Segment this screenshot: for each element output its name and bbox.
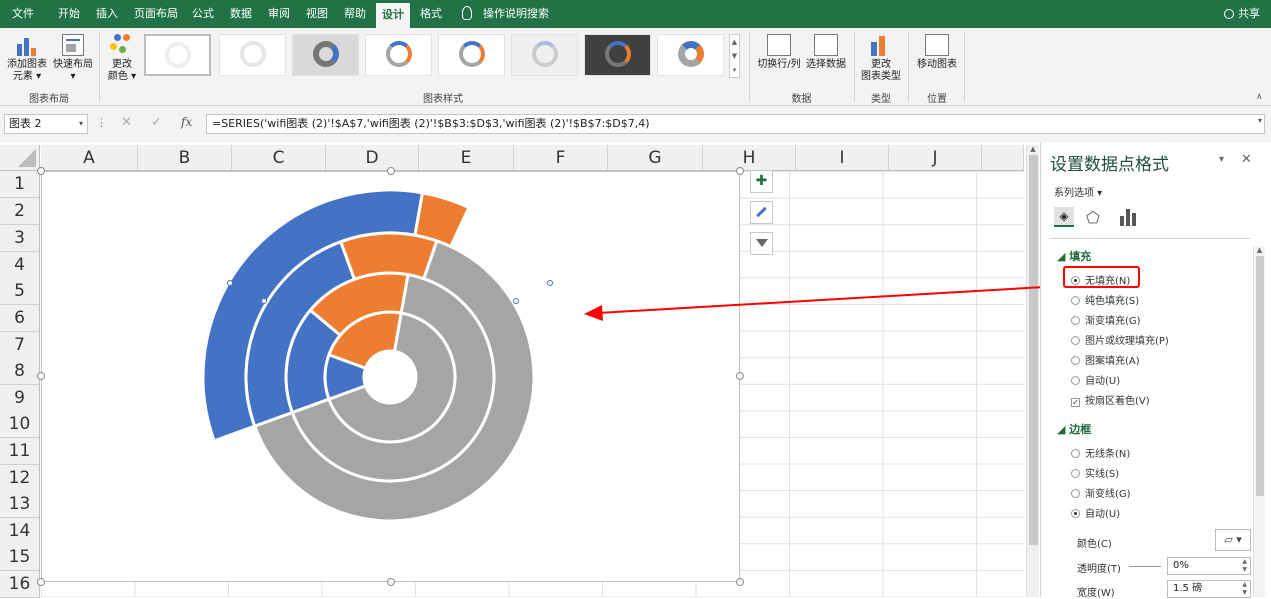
doughnut-chart[interactable] bbox=[0, 0, 1040, 597]
fill-section-label: 填充 bbox=[1069, 250, 1092, 263]
picture-fill-radio[interactable]: 图片或纹理填充(P) bbox=[1071, 332, 1169, 347]
fill-section-header[interactable]: ◢ 填充 bbox=[1057, 248, 1091, 264]
person-icon bbox=[1224, 9, 1234, 19]
radio-icon bbox=[1071, 469, 1080, 478]
color-label: 颜色(C) bbox=[1077, 539, 1112, 550]
resize-handle[interactable] bbox=[37, 372, 45, 380]
resize-handle[interactable] bbox=[37, 167, 45, 175]
border-section-header[interactable]: ◢ 边框 bbox=[1057, 421, 1091, 437]
resize-handle[interactable] bbox=[387, 167, 395, 175]
expand-formula-icon[interactable]: ▾ bbox=[1258, 116, 1262, 125]
resize-handle[interactable] bbox=[736, 167, 744, 175]
transparency-slider[interactable] bbox=[1129, 566, 1161, 567]
point-selection-handle[interactable] bbox=[547, 280, 553, 286]
pane-title: 设置数据点格式 bbox=[1050, 155, 1169, 175]
transparency-value: 0% bbox=[1173, 560, 1189, 571]
radio-icon bbox=[1071, 376, 1080, 385]
auto-line-label: 自动(U) bbox=[1085, 509, 1121, 520]
resize-handle[interactable] bbox=[736, 372, 744, 380]
point-selection-handle[interactable] bbox=[227, 280, 233, 286]
color-picker-button[interactable]: ▱ ▾ bbox=[1215, 529, 1251, 551]
red-highlight-box bbox=[1063, 266, 1140, 288]
collapse-ribbon-icon[interactable]: ∧ bbox=[1256, 92, 1263, 102]
gradient-fill-radio[interactable]: 渐变填充(G) bbox=[1071, 312, 1141, 327]
pane-divider bbox=[1050, 238, 1250, 239]
width-value: 1.5 磅 bbox=[1173, 583, 1203, 594]
pane-scrollbar[interactable]: ▲ bbox=[1253, 246, 1265, 597]
transparency-input[interactable]: 0% ▲ ▼ bbox=[1167, 557, 1251, 575]
radio-icon bbox=[1071, 296, 1080, 305]
border-section-label: 边框 bbox=[1069, 423, 1092, 436]
share-button[interactable]: 共享 bbox=[1238, 0, 1260, 28]
no-line-radio[interactable]: 无线条(N) bbox=[1071, 445, 1130, 460]
resize-handle[interactable] bbox=[37, 578, 45, 586]
pattern-fill-label: 图案填充(A) bbox=[1085, 356, 1140, 367]
auto-fill-radio[interactable]: 自动(U) bbox=[1071, 372, 1120, 387]
radio-icon bbox=[1071, 336, 1080, 345]
radio-selected-icon bbox=[1071, 509, 1080, 518]
solid-fill-label: 纯色填充(S) bbox=[1085, 296, 1140, 307]
spinner-icon[interactable]: ▲ ▼ bbox=[1242, 581, 1247, 597]
radio-icon bbox=[1071, 449, 1080, 458]
resize-handle[interactable] bbox=[387, 578, 395, 586]
point-selection-handle[interactable] bbox=[261, 298, 267, 304]
format-data-point-pane: 设置数据点格式 ▾ ✕ 系列选项 ▾ ◈ ⬠ ◢ 填充 无填充(N) 纯色填充(… bbox=[1040, 142, 1271, 599]
chart-filters-funnel-icon[interactable] bbox=[750, 232, 773, 255]
effects-pentagon-icon[interactable]: ⬠ bbox=[1086, 208, 1100, 227]
solid-line-radio[interactable]: 实线(S) bbox=[1071, 465, 1119, 480]
no-line-label: 无线条(N) bbox=[1085, 449, 1131, 460]
auto-fill-label: 自动(U) bbox=[1085, 376, 1121, 387]
fill-line-tab-icon[interactable]: ◈ bbox=[1054, 207, 1074, 227]
vary-colors-checkbox[interactable]: ✓ 按扇区着色(V) bbox=[1071, 392, 1150, 407]
checkbox-checked-icon: ✓ bbox=[1071, 398, 1080, 407]
chart-elements-plus-icon[interactable]: ✚ bbox=[750, 170, 773, 193]
doughnut-segment[interactable] bbox=[338, 231, 439, 282]
pane-options-chevron-icon[interactable]: ▾ bbox=[1219, 154, 1224, 165]
picture-fill-label: 图片或纹理填充(P) bbox=[1085, 336, 1169, 347]
point-selection-handle[interactable] bbox=[513, 298, 519, 304]
radio-icon bbox=[1071, 489, 1080, 498]
width-input[interactable]: 1.5 磅 ▲ ▼ bbox=[1167, 580, 1251, 598]
pattern-fill-radio[interactable]: 图案填充(A) bbox=[1071, 352, 1140, 367]
solid-fill-radio[interactable]: 纯色填充(S) bbox=[1071, 292, 1139, 307]
solid-line-label: 实线(S) bbox=[1085, 469, 1120, 480]
gradient-line-radio[interactable]: 渐变线(G) bbox=[1071, 485, 1131, 500]
series-options-dropdown[interactable]: 系列选项 ▾ bbox=[1054, 184, 1102, 199]
vary-colors-label: 按扇区着色(V) bbox=[1085, 396, 1150, 407]
series-options-bars-icon[interactable] bbox=[1120, 209, 1138, 226]
close-icon[interactable]: ✕ bbox=[1241, 152, 1252, 167]
transparency-label: 透明度(T) bbox=[1077, 564, 1121, 575]
radio-icon bbox=[1071, 356, 1080, 365]
spinner-icon[interactable]: ▲ ▼ bbox=[1242, 558, 1247, 574]
resize-handle[interactable] bbox=[736, 578, 744, 586]
chart-styles-brush-icon[interactable] bbox=[750, 201, 773, 224]
auto-line-radio[interactable]: 自动(U) bbox=[1071, 505, 1120, 520]
gradient-fill-label: 渐变填充(G) bbox=[1085, 316, 1141, 327]
radio-icon bbox=[1071, 316, 1080, 325]
gradient-line-label: 渐变线(G) bbox=[1085, 489, 1131, 500]
